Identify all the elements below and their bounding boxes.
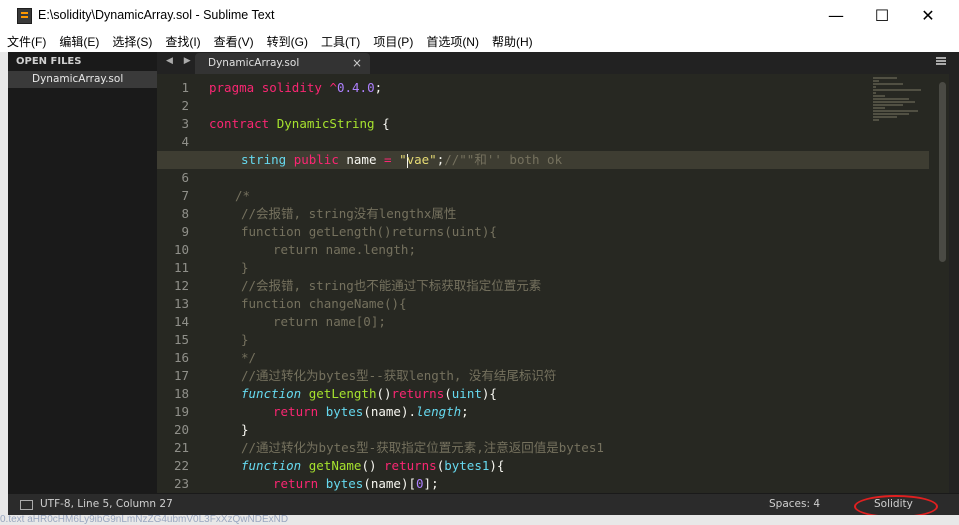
code-line[interactable]: string public name = "vae";//""和'' both … bbox=[157, 151, 929, 169]
code-line[interactable]: return bytes(name)[0]; bbox=[209, 475, 929, 493]
line-number: 15 bbox=[173, 332, 189, 347]
sidebar: OPEN FILES DynamicArray.sol bbox=[8, 52, 157, 493]
code-line[interactable]: contract DynamicString { bbox=[209, 115, 929, 133]
line-number: 17 bbox=[173, 368, 189, 383]
menu-help[interactable]: 帮助(H) bbox=[492, 33, 533, 50]
open-files-header: OPEN FILES bbox=[16, 56, 82, 67]
window-title: E:\solidity\DynamicArray.sol - Sublime T… bbox=[38, 8, 275, 22]
line-number: 6 bbox=[181, 170, 189, 185]
line-number: 3 bbox=[181, 116, 189, 131]
code-line[interactable]: //会报错, string也不能通过下标获取指定位置元素 bbox=[209, 277, 929, 295]
line-number: 20 bbox=[173, 422, 189, 437]
close-button[interactable]: ✕ bbox=[905, 0, 951, 31]
line-number: 1 bbox=[181, 80, 189, 95]
tab-label: DynamicArray.sol bbox=[208, 57, 300, 69]
minimap[interactable] bbox=[873, 76, 933, 136]
line-number: 4 bbox=[181, 134, 189, 149]
status-syntax[interactable]: Solidity bbox=[874, 498, 913, 510]
tab-close-icon[interactable]: × bbox=[352, 56, 362, 70]
menu-file[interactable]: 文件(F) bbox=[7, 33, 46, 50]
line-number: 9 bbox=[181, 224, 189, 239]
menu-edit[interactable]: 编辑(E) bbox=[59, 33, 99, 50]
code-line[interactable]: //会报错, string没有lengthx属性 bbox=[209, 205, 929, 223]
code-line[interactable]: } bbox=[209, 421, 929, 439]
background-window-strip bbox=[0, 52, 8, 525]
line-number-gutter: 1 2 3 4 5 6 7 8 9 10 11 12 13 14 15 16 1… bbox=[157, 79, 189, 493]
line-number: 2 bbox=[181, 98, 189, 113]
code-line[interactable]: return bytes(name).length; bbox=[209, 403, 929, 421]
code-line[interactable]: function getLength()returns(uint){ bbox=[209, 385, 929, 403]
tab-dynamicarray[interactable]: DynamicArray.sol × bbox=[195, 53, 370, 74]
line-number: 13 bbox=[173, 296, 189, 311]
menu-preferences[interactable]: 首选项(N) bbox=[426, 33, 479, 50]
code-line[interactable]: } bbox=[209, 259, 929, 277]
line-number: 7 bbox=[181, 188, 189, 203]
code-line[interactable]: //通过转化为bytes型--获取length, 没有结尾标识符 bbox=[209, 367, 929, 385]
menu-view[interactable]: 查看(V) bbox=[214, 33, 254, 50]
menu-find[interactable]: 查找(I) bbox=[165, 33, 200, 50]
menu-selection[interactable]: 选择(S) bbox=[112, 33, 152, 50]
code-line[interactable]: } bbox=[209, 331, 929, 349]
title-bar: E:\solidity\DynamicArray.sol - Sublime T… bbox=[0, 0, 959, 31]
code-line[interactable]: */ bbox=[209, 349, 929, 367]
sublime-app-icon bbox=[17, 8, 32, 24]
code-line[interactable]: /* bbox=[209, 187, 929, 205]
code-line[interactable]: function changeName(){ bbox=[209, 295, 929, 313]
code-line[interactable] bbox=[209, 169, 929, 187]
sidebar-file-item[interactable]: DynamicArray.sol bbox=[8, 71, 157, 88]
menu-bar: 文件(F) 编辑(E) 选择(S) 查找(I) 查看(V) 转到(G) 工具(T… bbox=[0, 31, 959, 52]
tab-bar: ◀ ▶ DynamicArray.sol × bbox=[157, 52, 949, 74]
code-line[interactable]: pragma solidity ^0.4.0; bbox=[209, 79, 929, 97]
code-line[interactable] bbox=[209, 133, 929, 151]
code-line[interactable]: function getLength()returns(uint){ bbox=[209, 223, 929, 241]
background-window-text: 0.text aHR0cHM6Ly9ibG9nLmNzZG4ubmV0L3FxX… bbox=[0, 515, 959, 525]
status-bar: UTF-8, Line 5, Column 27 Spaces: 4 Solid… bbox=[8, 493, 959, 518]
line-number: 22 bbox=[173, 458, 189, 473]
minimize-button[interactable]: — bbox=[813, 0, 859, 31]
code-editor[interactable]: 1 2 3 4 5 6 7 8 9 10 11 12 13 14 15 16 1… bbox=[157, 74, 949, 493]
editor-right-edge bbox=[949, 52, 959, 493]
line-number: 14 bbox=[173, 314, 189, 329]
tab-menu-icon[interactable] bbox=[936, 57, 946, 59]
menu-goto[interactable]: 转到(G) bbox=[267, 33, 308, 50]
line-number: 19 bbox=[173, 404, 189, 419]
panel-toggle-icon[interactable] bbox=[20, 500, 33, 510]
code-area[interactable]: pragma solidity ^0.4.0; contract DynamicS… bbox=[157, 79, 929, 493]
code-line[interactable]: function getName() returns(bytes1){ bbox=[209, 457, 929, 475]
code-line[interactable]: //通过转化为bytes型-获取指定位置元素,注意返回值是bytes1 bbox=[209, 439, 929, 457]
maximize-button[interactable]: ☐ bbox=[859, 0, 905, 31]
line-number: 8 bbox=[181, 206, 189, 221]
line-number: 12 bbox=[173, 278, 189, 293]
menu-tools[interactable]: 工具(T) bbox=[321, 33, 360, 50]
code-line[interactable] bbox=[209, 97, 929, 115]
code-line[interactable]: return name[0]; bbox=[209, 313, 929, 331]
code-line[interactable]: return name.length; bbox=[209, 241, 929, 259]
line-number: 10 bbox=[173, 242, 189, 257]
line-number: 16 bbox=[173, 350, 189, 365]
vertical-scrollbar[interactable] bbox=[939, 82, 946, 262]
status-position: UTF-8, Line 5, Column 27 bbox=[40, 498, 173, 510]
tab-nav-arrows-icon[interactable]: ◀ ▶ bbox=[166, 56, 195, 66]
menu-project[interactable]: 项目(P) bbox=[373, 33, 413, 50]
line-number: 23 bbox=[173, 476, 189, 491]
status-indentation[interactable]: Spaces: 4 bbox=[769, 498, 820, 510]
line-number: 18 bbox=[173, 386, 189, 401]
sidebar-file-label: DynamicArray.sol bbox=[32, 73, 124, 85]
line-number: 21 bbox=[173, 440, 189, 455]
line-number: 11 bbox=[173, 260, 189, 275]
